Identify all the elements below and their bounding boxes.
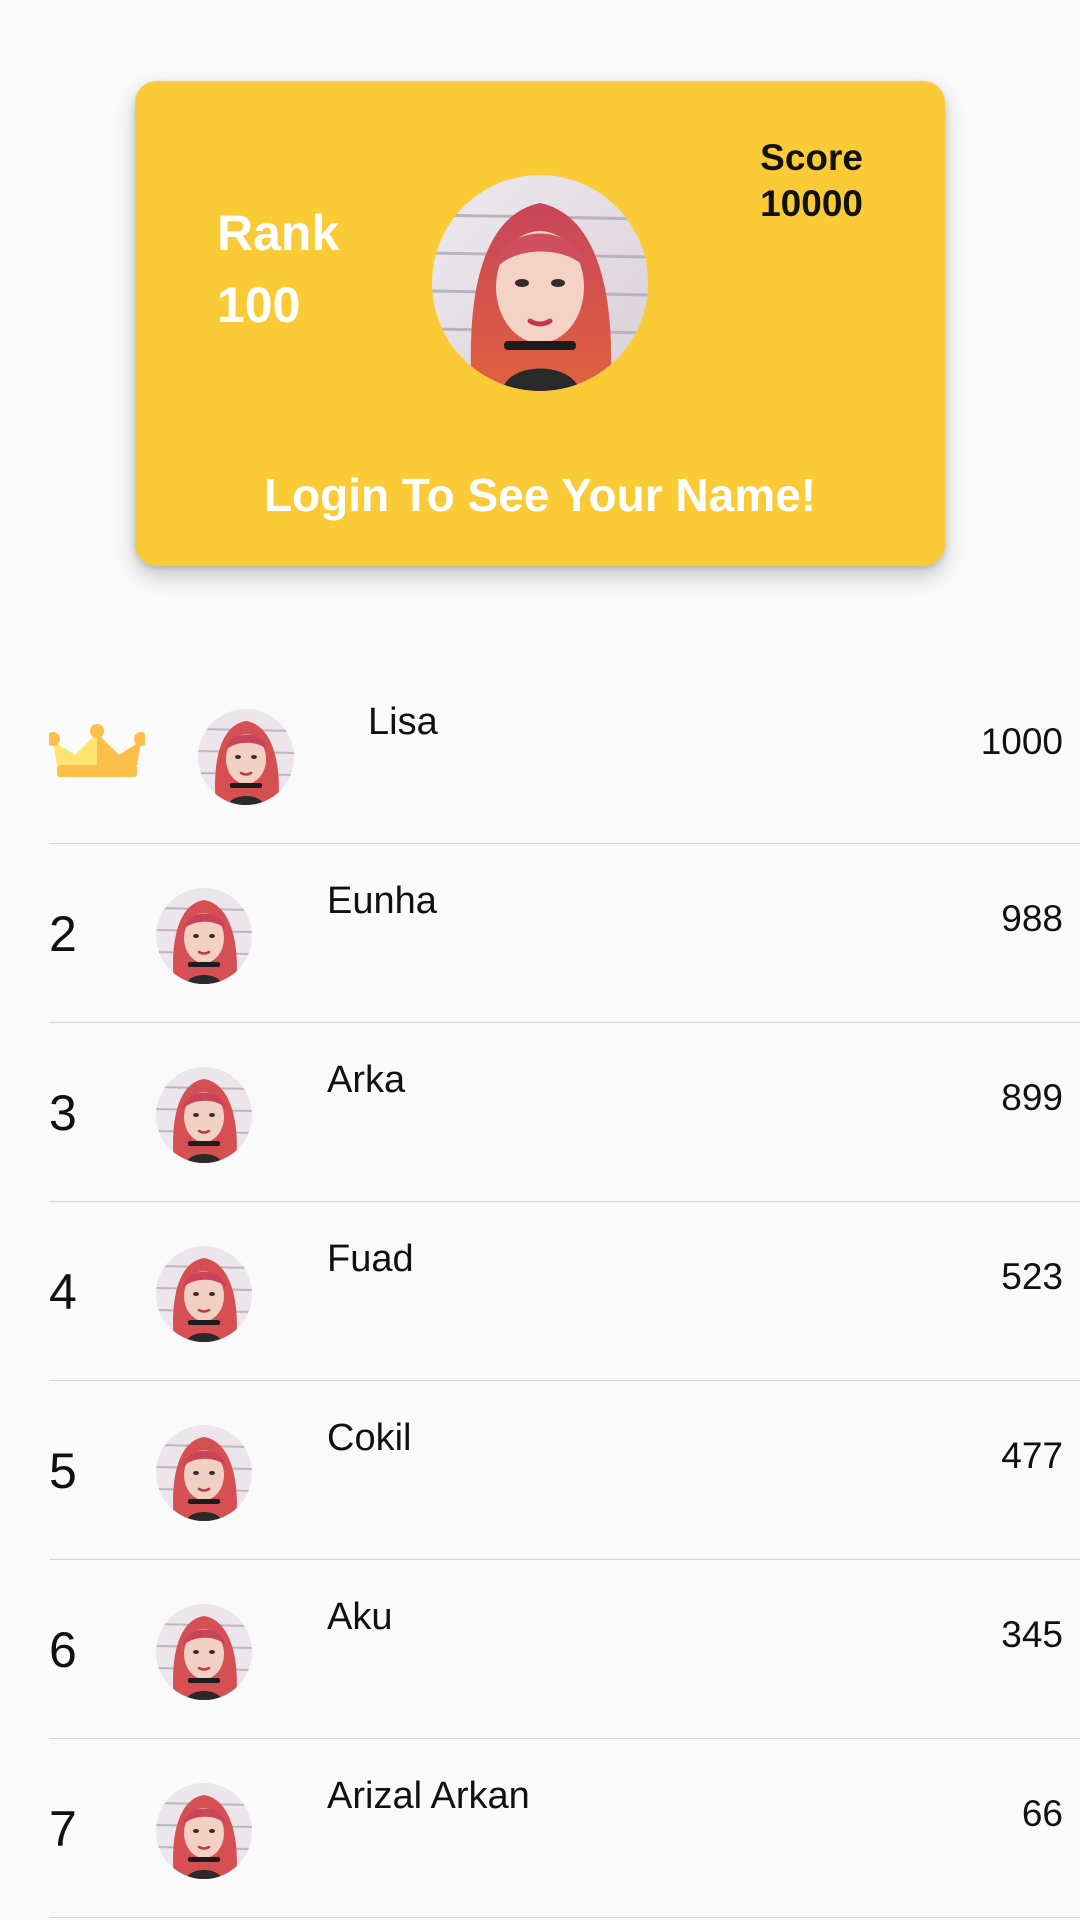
leaderboard-row[interactable]: 7 Arizal Arkan 66 [49, 1739, 1080, 1918]
avatar [156, 1425, 252, 1521]
rank-stat: Rank 100 [217, 197, 339, 341]
row-player-name: Fuad [327, 1238, 414, 1280]
rank-value: 100 [217, 277, 301, 333]
row-player-name: Cokil [327, 1417, 412, 1459]
avatar [156, 1067, 252, 1163]
row-rank: 2 [49, 906, 77, 962]
score-stat: Score 10000 [760, 135, 863, 227]
leaderboard-row[interactable]: 2 Eunha 988 [49, 844, 1080, 1023]
profile-avatar[interactable] [432, 175, 648, 391]
row-player-name: Eunha [327, 880, 437, 922]
leaderboard-row[interactable]: 3 Arka 899 [49, 1023, 1080, 1202]
crown-icon [46, 721, 148, 791]
row-rank: 5 [49, 1443, 77, 1499]
score-label: Score [760, 137, 863, 178]
score-value: 10000 [760, 183, 863, 224]
row-player-name: Arizal Arkan [327, 1775, 530, 1817]
leaderboard-row[interactable]: 5 Cokil 477 [49, 1381, 1080, 1560]
login-prompt[interactable]: Login To See Your Name! [135, 467, 945, 523]
row-score: 988 [1001, 898, 1063, 939]
row-score: 477 [1001, 1435, 1063, 1476]
leaderboard-row[interactable]: 6 Aku 345 [49, 1560, 1080, 1739]
avatar [198, 709, 294, 805]
row-rank: 6 [49, 1622, 77, 1678]
avatar [156, 1783, 252, 1879]
row-score: 523 [1001, 1256, 1063, 1297]
leaderboard-screen: Rank 100 Score 10000 Login To See Your N… [0, 0, 1080, 1920]
row-rank: 4 [49, 1264, 77, 1320]
leaderboard-row[interactable]: Lisa 1000 [46, 665, 1080, 844]
avatar [156, 1246, 252, 1342]
row-player-name: Arka [327, 1059, 406, 1101]
profile-card: Rank 100 Score 10000 Login To See Your N… [135, 81, 945, 566]
leaderboard-row[interactable]: 4 Fuad 523 [49, 1202, 1080, 1381]
row-score: 66 [1021, 1793, 1063, 1834]
avatar [156, 888, 252, 984]
row-player-name: Aku [327, 1596, 393, 1638]
row-rank: 7 [49, 1801, 77, 1857]
avatar [156, 1604, 252, 1700]
rank-label: Rank [217, 205, 340, 261]
row-player-name: Lisa [368, 701, 438, 743]
row-rank: 3 [49, 1085, 77, 1141]
row-score: 345 [1001, 1614, 1063, 1655]
row-score: 1000 [980, 721, 1063, 762]
row-score: 899 [1001, 1077, 1063, 1118]
leaderboard-list: Lisa 1000 2 Eunha 988 3 Arka 899 4 Fuad … [0, 665, 1080, 1918]
